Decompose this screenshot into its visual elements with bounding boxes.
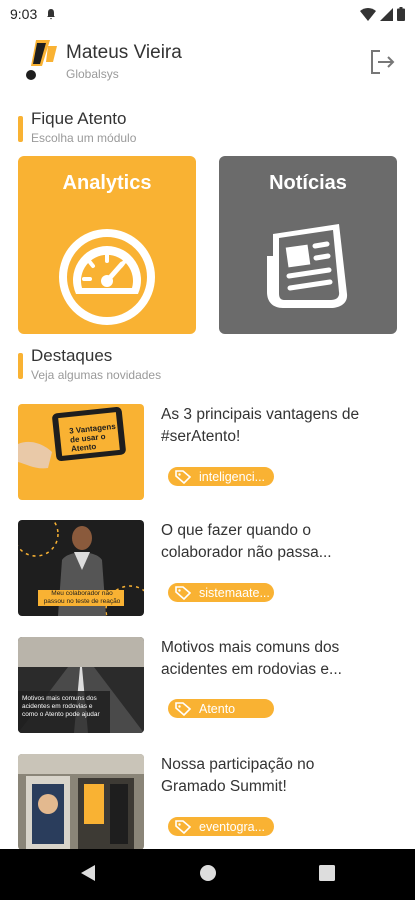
news-tag-label: eventogra... — [199, 819, 266, 834]
news-thumbnail: Meu colaborador não passou no teste de r… — [18, 520, 144, 616]
news-thumbnail — [18, 754, 144, 850]
notification-bell-icon — [47, 9, 56, 20]
news-title: Motivos mais comuns dos acidentes em rod… — [161, 639, 342, 678]
tag-icon — [175, 585, 191, 600]
news-tag-label: Atento — [199, 701, 236, 716]
news-title: Nossa participação no Gramado Summit! — [161, 756, 315, 795]
news-tag[interactable]: eventogra... — [168, 817, 274, 836]
user-name: Mateus Vieira — [66, 42, 182, 63]
section-subtitle-attention: Escolha um módulo — [31, 131, 137, 145]
system-navigation-bar — [0, 849, 415, 900]
wifi-icon — [360, 7, 376, 21]
news-list-item[interactable]: Motivos mais comuns dos acidentes em rod… — [18, 637, 398, 735]
section-accent-bar — [18, 353, 23, 379]
news-list-item[interactable]: 3 Vantagens de usar o Atento As 3 princi… — [18, 404, 398, 502]
news-thumbnail: Motivos mais comuns dos acidentes em rod… — [18, 637, 144, 733]
app-header: Mateus Vieira Globalsys — [0, 38, 415, 86]
thumbnail-caption: 3 Vantagens de usar o Atento — [68, 421, 117, 454]
news-tag-label: inteligenci... — [199, 469, 266, 484]
news-list-item[interactable]: Nossa participação no Gramado Summit! ev… — [18, 754, 398, 852]
section-title-highlights: Destaques — [31, 346, 113, 365]
tag-icon — [175, 701, 191, 716]
thumbnail-caption: Meu colaborador não passou no teste de r… — [43, 590, 121, 605]
user-company: Globalsys — [66, 67, 119, 81]
logout-icon[interactable] — [368, 48, 396, 76]
analytics-card-label: Analytics — [62, 172, 152, 194]
atento-logo-icon — [26, 40, 57, 80]
home-icon[interactable] — [199, 864, 217, 882]
news-tag[interactable]: Atento — [168, 699, 274, 718]
news-title: O que fazer quando o colaborador não pas… — [161, 522, 332, 561]
status-time: 9:03 — [10, 6, 38, 22]
status-bar: 9:03 — [0, 0, 415, 28]
news-title: As 3 principais vantagens de #serAtento! — [161, 406, 360, 445]
signal-icon — [380, 7, 393, 21]
recents-icon[interactable] — [319, 865, 335, 881]
news-tag[interactable]: inteligenci... — [168, 467, 274, 486]
back-icon[interactable] — [80, 864, 96, 882]
news-list-item[interactable]: Meu colaborador não passou no teste de r… — [18, 520, 398, 618]
news-module-card[interactable]: Notícias — [219, 156, 397, 334]
news-card-label: Notícias — [269, 172, 347, 194]
battery-icon — [397, 7, 405, 21]
tag-icon — [175, 819, 191, 834]
thumbnail-caption: Motivos mais comuns dos acidentes em rod… — [22, 695, 100, 718]
section-accent-bar — [18, 116, 23, 142]
newspaper-icon — [267, 224, 348, 308]
news-thumbnail: 3 Vantagens de usar o Atento — [18, 404, 144, 500]
section-subtitle-highlights: Veja algumas novidades — [31, 368, 162, 382]
news-tag-label: sistemaate... — [199, 585, 270, 600]
news-tag[interactable]: sistemaate... — [168, 583, 274, 602]
tag-icon — [175, 469, 191, 484]
analytics-module-card[interactable]: Analytics — [18, 156, 196, 334]
speedometer-icon — [59, 229, 155, 325]
section-title-attention: Fique Atento — [31, 109, 127, 128]
